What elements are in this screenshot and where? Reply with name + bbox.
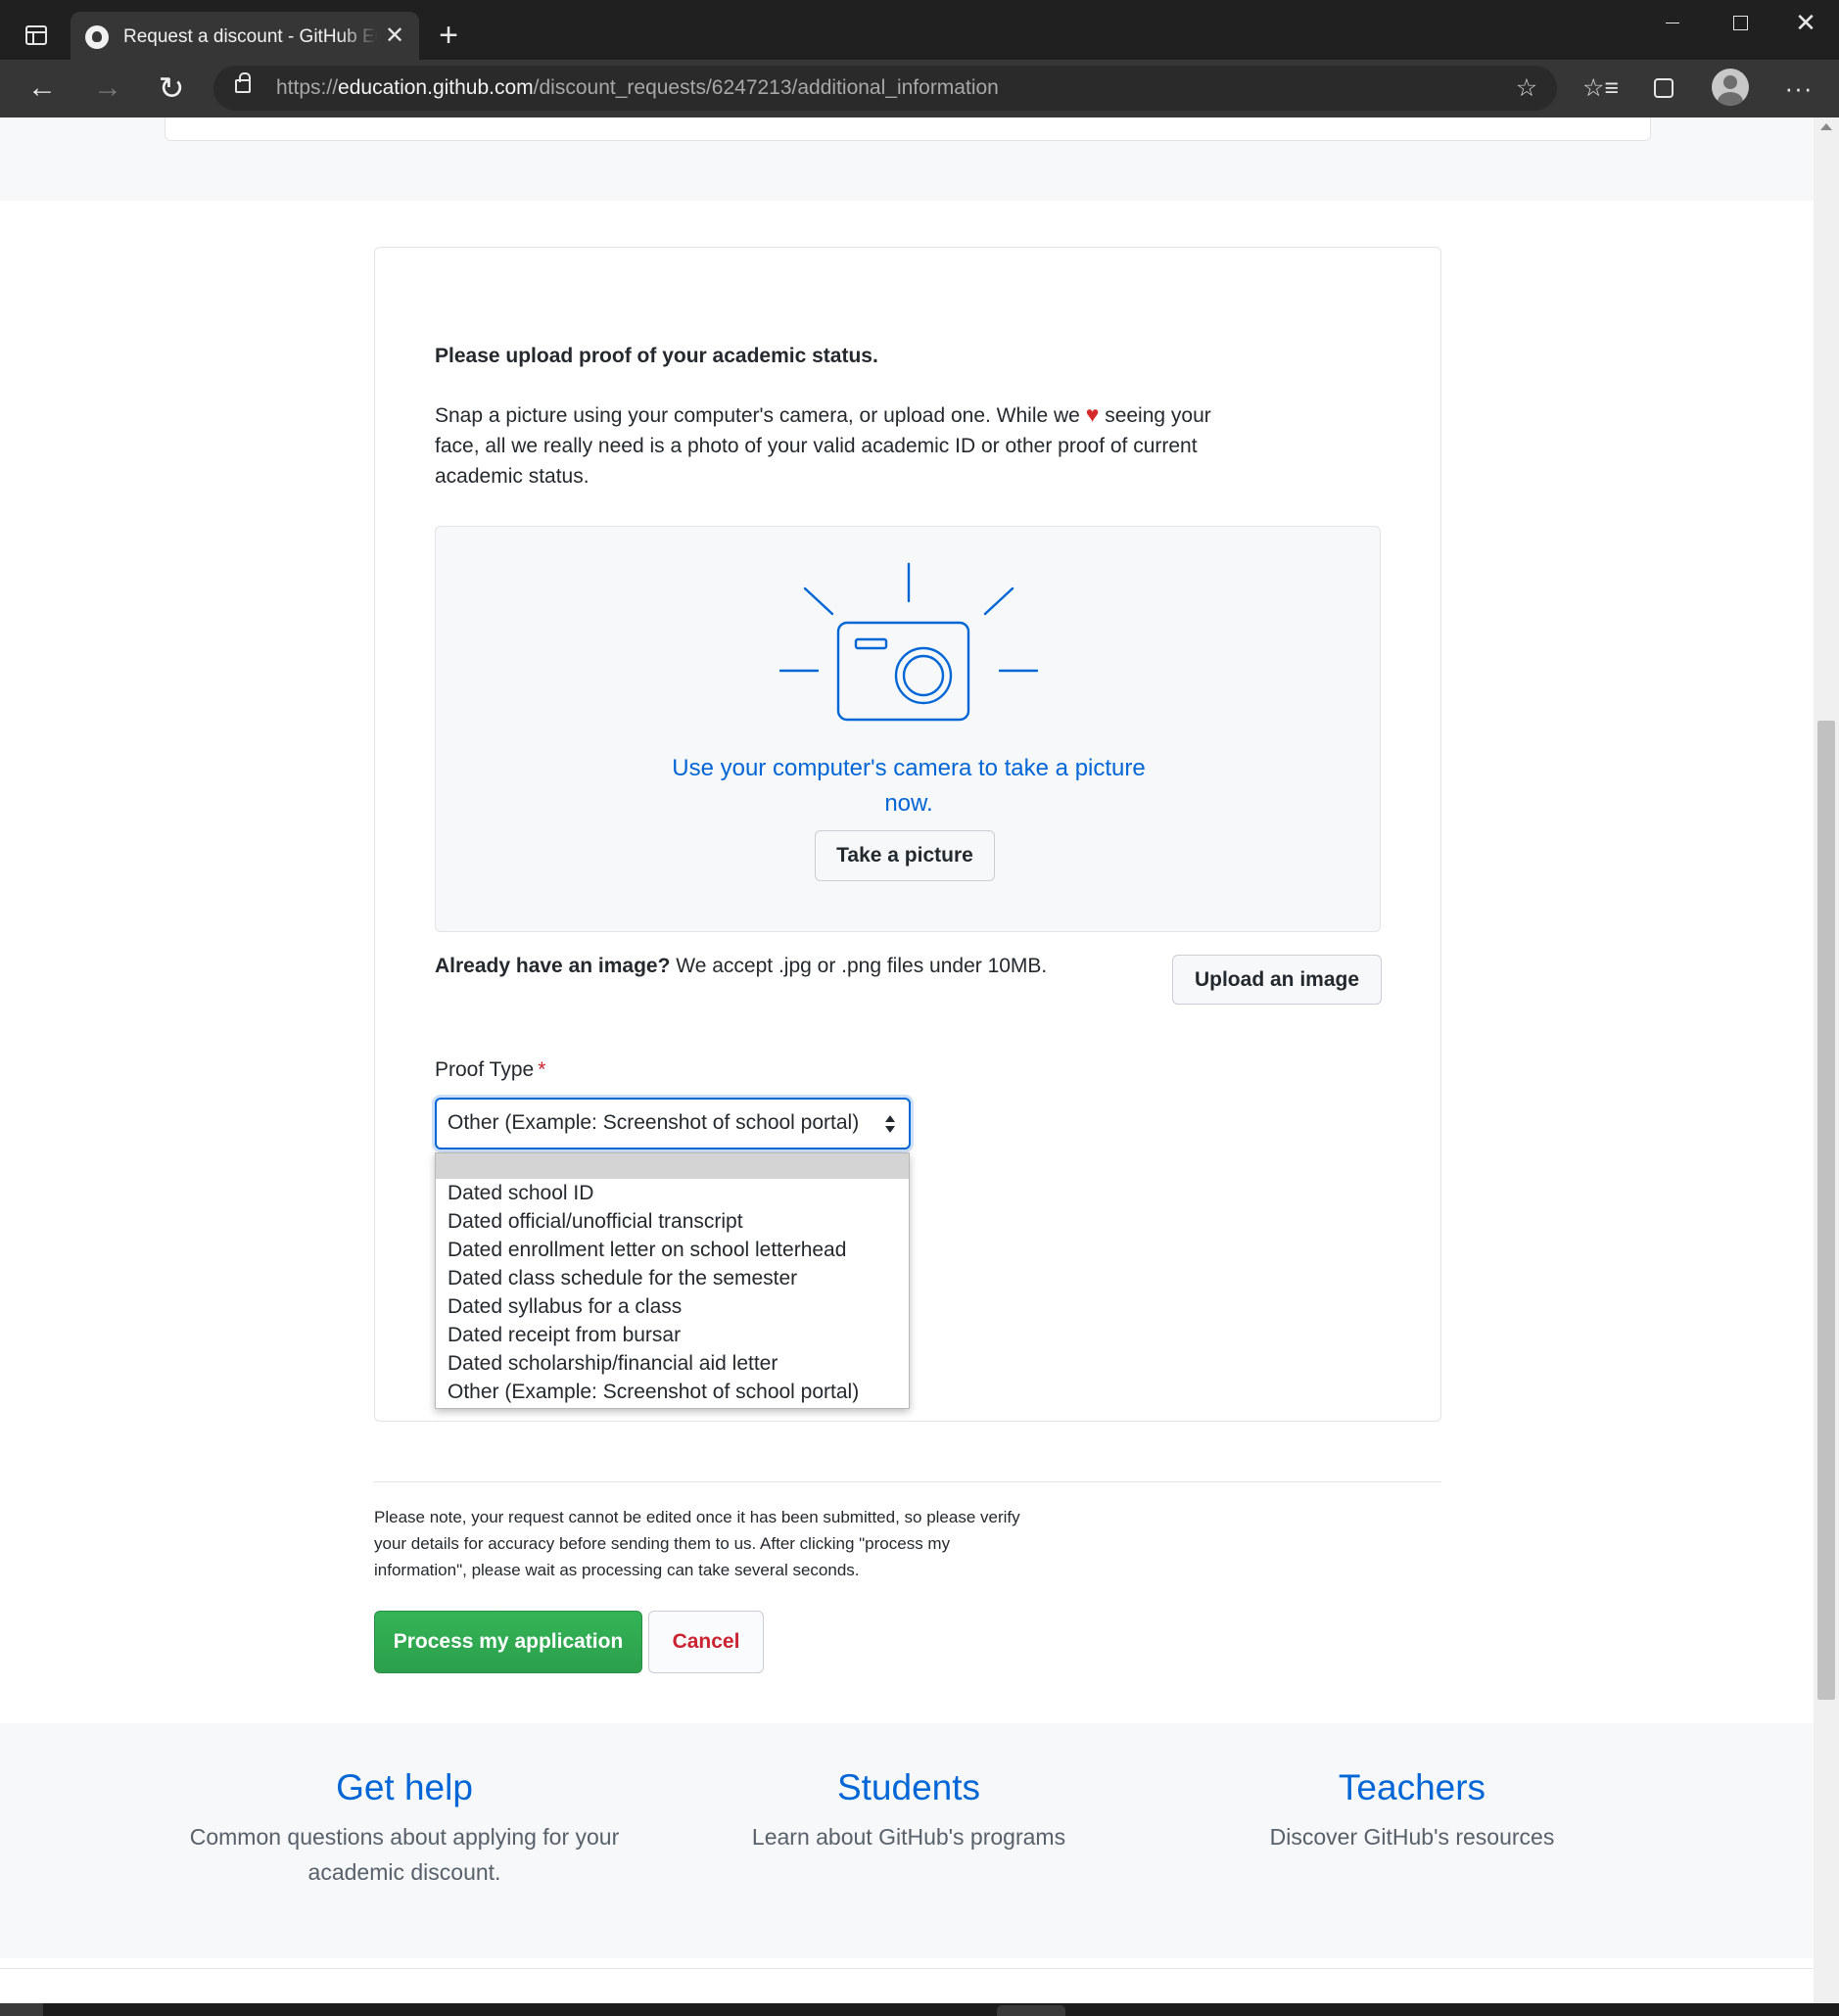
- reload-icon: ↻: [158, 70, 185, 106]
- proof-type-label-text: Proof Type: [435, 1058, 535, 1081]
- scrollbar-thumb[interactable]: [1817, 721, 1835, 1700]
- forward-button[interactable]: →: [88, 70, 127, 109]
- proof-type-option[interactable]: Dated scholarship/financial aid letter: [436, 1349, 909, 1378]
- upload-image-button[interactable]: Upload an image: [1172, 955, 1382, 1005]
- footer-teachers-desc: Discover GitHub's resources: [1269, 1824, 1555, 1850]
- arrow-left-icon: ←: [27, 71, 57, 104]
- more-icon[interactable]: ···: [1782, 71, 1815, 105]
- footer-help: Get help Common questions about applying…: [150, 1762, 659, 1890]
- upload-heading: Please upload proof of your academic sta…: [435, 345, 878, 367]
- section-divider: [374, 1481, 1441, 1482]
- github-icon: [85, 25, 109, 49]
- star-plus-icon[interactable]: ☆: [1514, 75, 1539, 101]
- favorites-icon[interactable]: ☆≡: [1582, 71, 1619, 105]
- page-viewport: Please upload proof of your academic sta…: [0, 117, 1814, 2016]
- proof-type-options-list: Dated school ID Dated official/unofficia…: [435, 1152, 910, 1409]
- back-button[interactable]: ←: [23, 70, 62, 109]
- window-maximize-button[interactable]: [1720, 8, 1759, 37]
- tab-bar: Request a discount - GitHub Education ✕ …: [0, 0, 1839, 61]
- url-host: education.github.com: [338, 76, 534, 99]
- tab-title: Request a discount - GitHub Education: [123, 26, 378, 47]
- camera-icon: [778, 562, 1039, 722]
- upload-hint-bold: Already have an image?: [435, 955, 671, 977]
- profile-icon[interactable]: [1712, 69, 1749, 106]
- os-taskbar: [0, 2003, 1839, 2016]
- proof-upload-card: Please upload proof of your academic sta…: [374, 247, 1441, 1422]
- footer-students-link[interactable]: Students: [654, 1762, 1163, 1813]
- footer-students: Students Learn about GitHub's programs: [654, 1762, 1163, 1854]
- footer-divider: [0, 1968, 1814, 1969]
- proof-type-option[interactable]: Dated official/unofficial transcript: [436, 1207, 909, 1236]
- scroll-up-arrow-icon[interactable]: [1820, 123, 1832, 130]
- upload-hint: Already have an image? We accept .jpg or…: [435, 955, 1047, 978]
- footer-help-desc: Common questions about applying for your…: [189, 1824, 620, 1885]
- url-text[interactable]: https://education.github.com/discount_re…: [276, 74, 999, 102]
- browser-tab-active[interactable]: Request a discount - GitHub Education ✕: [71, 12, 419, 61]
- page-scrollbar[interactable]: [1814, 117, 1839, 2016]
- footer-teachers-link[interactable]: Teachers: [1157, 1762, 1667, 1813]
- browser-toolbar: ← → ↻ https://education.github.com/disco…: [0, 60, 1839, 117]
- footer-teachers: Teachers Discover GitHub's resources: [1157, 1762, 1667, 1854]
- required-marker: *: [538, 1058, 546, 1081]
- proof-type-option[interactable]: Dated class schedule for the semester: [436, 1264, 909, 1292]
- window-minimize-button[interactable]: [1653, 8, 1692, 37]
- take-picture-button[interactable]: Take a picture: [815, 830, 995, 881]
- proof-type-option[interactable]: Dated school ID: [436, 1179, 909, 1207]
- proof-type-label: Proof Type *: [435, 1058, 545, 1082]
- proof-type-option[interactable]: Dated receipt from bursar: [436, 1321, 909, 1349]
- url-path: /discount_requests/6247213/additional_in…: [533, 76, 999, 99]
- top-background-band: [0, 117, 1814, 201]
- tab-actions-icon[interactable]: [25, 25, 47, 45]
- submission-note: Please note, your request cannot be edit…: [374, 1508, 1020, 1579]
- proof-type-option[interactable]: Other (Example: Screenshot of school por…: [436, 1378, 909, 1406]
- arrow-right-icon: →: [93, 71, 122, 104]
- proof-type-option-blank[interactable]: [436, 1153, 909, 1179]
- intro-text-start: Snap a picture using your computer's cam…: [435, 404, 1080, 427]
- lock-icon[interactable]: [235, 72, 251, 93]
- reload-button[interactable]: ↻: [152, 70, 191, 109]
- previous-section-card: [165, 117, 1651, 141]
- select-arrows-icon: [883, 1113, 897, 1135]
- process-application-button[interactable]: Process my application: [374, 1611, 642, 1673]
- heart-icon: ♥: [1085, 401, 1100, 427]
- upload-hint-text: We accept .jpg or .png files under 10MB.: [676, 955, 1048, 977]
- proof-type-option[interactable]: Dated syllabus for a class: [436, 1292, 909, 1321]
- camera-prompt-text: Use your computer's camera to take a pic…: [672, 755, 1146, 817]
- cancel-button[interactable]: Cancel: [648, 1611, 764, 1673]
- footer-students-desc: Learn about GitHub's programs: [751, 1824, 1066, 1850]
- address-bar[interactable]: https://education.github.com/discount_re…: [213, 66, 1557, 111]
- footer-help-link[interactable]: Get help: [150, 1762, 659, 1813]
- new-tab-button[interactable]: +: [435, 19, 462, 52]
- window-close-button[interactable]: ✕: [1786, 8, 1825, 37]
- proof-type-option[interactable]: Dated enrollment letter on school letter…: [436, 1236, 909, 1264]
- url-scheme: https://: [276, 76, 339, 99]
- collections-icon[interactable]: [1647, 71, 1680, 105]
- collections-box: [1654, 78, 1674, 98]
- proof-type-selected-value: Other (Example: Screenshot of school por…: [448, 1111, 860, 1134]
- proof-type-select[interactable]: Other (Example: Screenshot of school por…: [435, 1098, 911, 1149]
- camera-capture-area: Use your computer's camera to take a pic…: [435, 526, 1381, 932]
- browser-window: Request a discount - GitHub Education ✕ …: [0, 0, 1839, 2016]
- tab-close-button[interactable]: ✕: [382, 23, 407, 49]
- upload-intro: Snap a picture using your computer's cam…: [435, 399, 1238, 492]
